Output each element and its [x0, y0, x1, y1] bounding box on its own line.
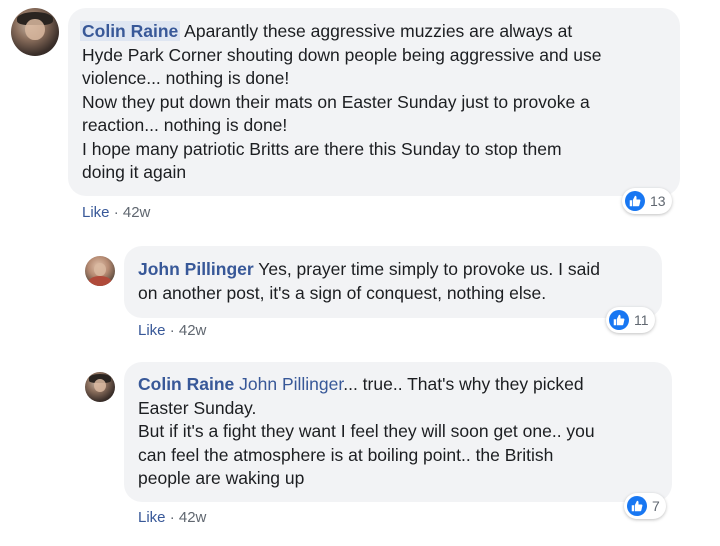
- reaction-count[interactable]: 11: [606, 307, 655, 333]
- comment-author[interactable]: Colin Raine: [80, 21, 181, 41]
- comment-text: Colin Raine Aparantly these aggressive m…: [80, 20, 682, 185]
- avatar[interactable]: [11, 8, 59, 56]
- timestamp[interactable]: 42w: [179, 322, 207, 339]
- meta-separator: ·: [109, 204, 123, 221]
- avatar[interactable]: [85, 256, 115, 286]
- comment-bubble: Colin Raine Aparantly these aggressive m…: [68, 8, 680, 196]
- comment-meta: Like · 42w: [138, 509, 206, 526]
- comment-text: John Pillinger Yes, prayer time simply t…: [138, 258, 668, 305]
- comment-meta: Like · 42w: [82, 204, 150, 221]
- timestamp[interactable]: 42w: [179, 509, 207, 526]
- reaction-count[interactable]: 13: [622, 188, 672, 214]
- comment-bubble: John Pillinger Yes, prayer time simply t…: [124, 246, 662, 318]
- thumbs-up-icon: [627, 496, 647, 516]
- comment-meta: Like · 42w: [138, 322, 206, 339]
- timestamp[interactable]: 42w: [123, 204, 151, 221]
- like-link[interactable]: Like: [138, 509, 166, 526]
- mention-link[interactable]: John Pillinger: [234, 374, 343, 394]
- meta-separator: ·: [165, 322, 179, 339]
- like-link[interactable]: Like: [138, 322, 166, 339]
- comment-author[interactable]: John Pillinger: [138, 259, 254, 279]
- comment-body: Aparantly these aggressive muzzies are a…: [82, 21, 602, 182]
- reaction-number: 7: [652, 498, 660, 514]
- thumbs-up-icon: [609, 310, 629, 330]
- comment-text: Colin Raine John Pillinger... true.. Tha…: [138, 373, 672, 491]
- reaction-count[interactable]: 7: [624, 493, 666, 519]
- like-link[interactable]: Like: [82, 204, 110, 221]
- meta-separator: ·: [165, 509, 179, 526]
- thumbs-up-icon: [625, 191, 645, 211]
- reaction-number: 13: [650, 193, 666, 209]
- avatar[interactable]: [85, 372, 115, 402]
- comment-bubble: Colin Raine John Pillinger... true.. Tha…: [124, 362, 672, 502]
- comment-author[interactable]: Colin Raine: [138, 374, 234, 394]
- reaction-number: 11: [634, 312, 649, 328]
